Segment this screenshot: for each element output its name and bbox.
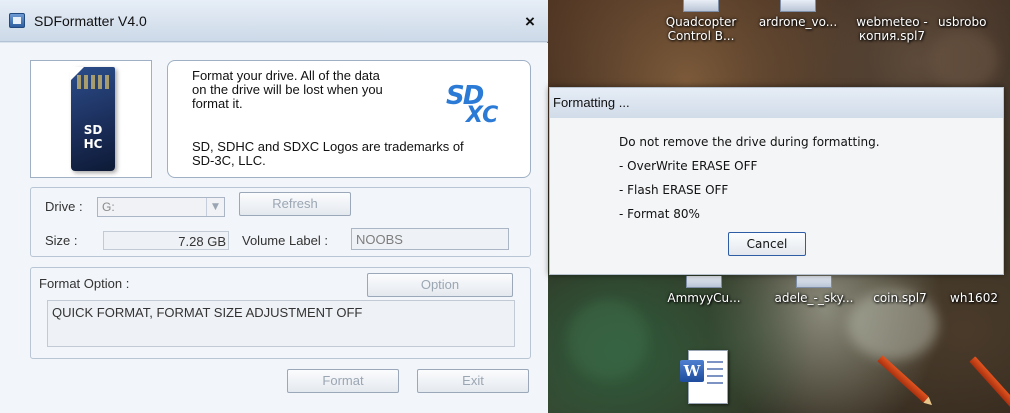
format-option-group: Format Option : Option QUICK FORMAT, FOR…	[30, 267, 531, 359]
text-line	[707, 375, 723, 377]
desktop-icon-usbrobo[interactable]: usbrobo	[938, 0, 1010, 29]
desktop-icon-label: копия.spl7	[858, 29, 926, 43]
trademark-text-line: SD-3C, LLC.	[192, 153, 266, 168]
file-icon	[796, 276, 832, 288]
text-line	[707, 361, 723, 363]
drive-label: Drive :	[45, 199, 83, 214]
dialog-status-line: - OverWrite ERASE OFF	[619, 159, 758, 173]
pencil-file-icon	[874, 0, 910, 12]
dialog-status-line: - Flash ERASE OFF	[619, 183, 729, 197]
desktop-icon-ammyy[interactable]: AmmyyCu...	[664, 276, 744, 305]
info-text-line: on the drive will be lost when you	[192, 82, 383, 97]
volume-label-input[interactable]: NOOBS	[351, 228, 509, 250]
cancel-button[interactable]: Cancel	[728, 232, 806, 256]
background-blur	[568, 300, 648, 380]
desktop-icon-label: wh1602	[950, 291, 998, 305]
option-button[interactable]: Option	[367, 273, 513, 297]
file-icon	[780, 0, 816, 12]
pencil-file-icon	[882, 276, 918, 288]
formatting-dialog: Formatting ... Do not remove the drive d…	[549, 87, 1004, 275]
sdxc-logo-xc: XC	[466, 103, 499, 128]
dialog-warning-text: Do not remove the drive during formattin…	[619, 135, 880, 149]
desktop-icon-label: Quadcopter	[665, 15, 737, 29]
file-icon	[956, 0, 992, 12]
word-badge-icon: W	[680, 360, 704, 382]
volume-label-label: Volume Label :	[242, 233, 329, 248]
word-document-icon[interactable]: W	[678, 348, 736, 408]
desktop-icon-label: AmmyyCu...	[667, 291, 741, 305]
desktop-icon-adele[interactable]: adele_-_sky...	[774, 276, 854, 305]
desktop-icon-wh1602[interactable]: wh1602	[950, 276, 1010, 305]
format-option-value: QUICK FORMAT, FORMAT SIZE ADJUSTMENT OFF	[47, 300, 515, 347]
chevron-down-icon[interactable]: ▼	[206, 198, 224, 216]
desktop-icon-ardrone[interactable]: ardrone_vo...	[758, 0, 838, 29]
desktop-icon-label: usbrobo	[938, 15, 987, 29]
size-field: 7.28 GB	[103, 231, 229, 250]
sd-card-image: SD HC	[30, 60, 152, 178]
sdhc-logo: SD HC	[77, 123, 109, 153]
drive-group: Drive : G: ▼ Refresh Size : 7.28 GB Volu…	[30, 187, 531, 257]
sdformatter-window: SDFormatter V4.0 × SD HC Format your dri…	[0, 0, 548, 413]
file-icon	[686, 276, 722, 288]
desktop-icon-webmeteo[interactable]: webmeteo - копия.spl7	[852, 0, 932, 43]
drive-select-value: G:	[102, 200, 115, 214]
desktop-icon-coin[interactable]: coin.spl7	[860, 276, 940, 305]
format-progress-text: - Format 80%	[619, 207, 700, 221]
desktop-icon-quadcopter[interactable]: Quadcopter Control B...	[661, 0, 741, 43]
info-text-line: format it.	[192, 96, 243, 111]
sdhc-card-icon: SD HC	[70, 67, 115, 171]
size-value: 7.28 GB	[178, 234, 226, 249]
file-icon	[683, 0, 719, 12]
window-title: SDFormatter V4.0	[34, 13, 147, 29]
card-contacts	[77, 75, 109, 89]
dialog-title[interactable]: Formatting ...	[550, 88, 1003, 118]
card-logo-hc: HC	[83, 137, 103, 151]
desktop-icon-label: adele_-_sky...	[774, 291, 854, 305]
info-text-line: Format your drive. All of the data	[192, 68, 380, 83]
refresh-button[interactable]: Refresh	[239, 192, 351, 216]
size-label: Size :	[45, 233, 78, 248]
format-option-label: Format Option :	[39, 276, 130, 291]
drive-select[interactable]: G: ▼	[97, 197, 225, 217]
desktop-icon-label: webmeteo -	[856, 15, 928, 29]
pencil-file-icon	[962, 276, 998, 288]
desktop-icon-label: coin.spl7	[873, 291, 927, 305]
desktop-icon-label: ardrone_vo...	[758, 15, 838, 29]
background-blur	[928, 30, 998, 90]
volume-label-value: NOOBS	[356, 232, 403, 247]
trademark-text-line: SD, SDHC and SDXC Logos are trademarks o…	[192, 139, 464, 154]
desktop-icon-label: Control B...	[667, 29, 735, 43]
exit-button[interactable]: Exit	[417, 369, 529, 393]
sdxc-logo: SD XC	[446, 81, 508, 129]
app-icon	[9, 13, 25, 28]
title-bar[interactable]: SDFormatter V4.0 ×	[0, 0, 548, 42]
text-line	[707, 382, 723, 384]
info-panel: Format your drive. All of the data on th…	[167, 60, 531, 178]
format-button[interactable]: Format	[287, 369, 399, 393]
card-logo-sd: SD	[83, 123, 103, 137]
text-line	[707, 368, 723, 370]
close-button[interactable]: ×	[519, 12, 541, 32]
